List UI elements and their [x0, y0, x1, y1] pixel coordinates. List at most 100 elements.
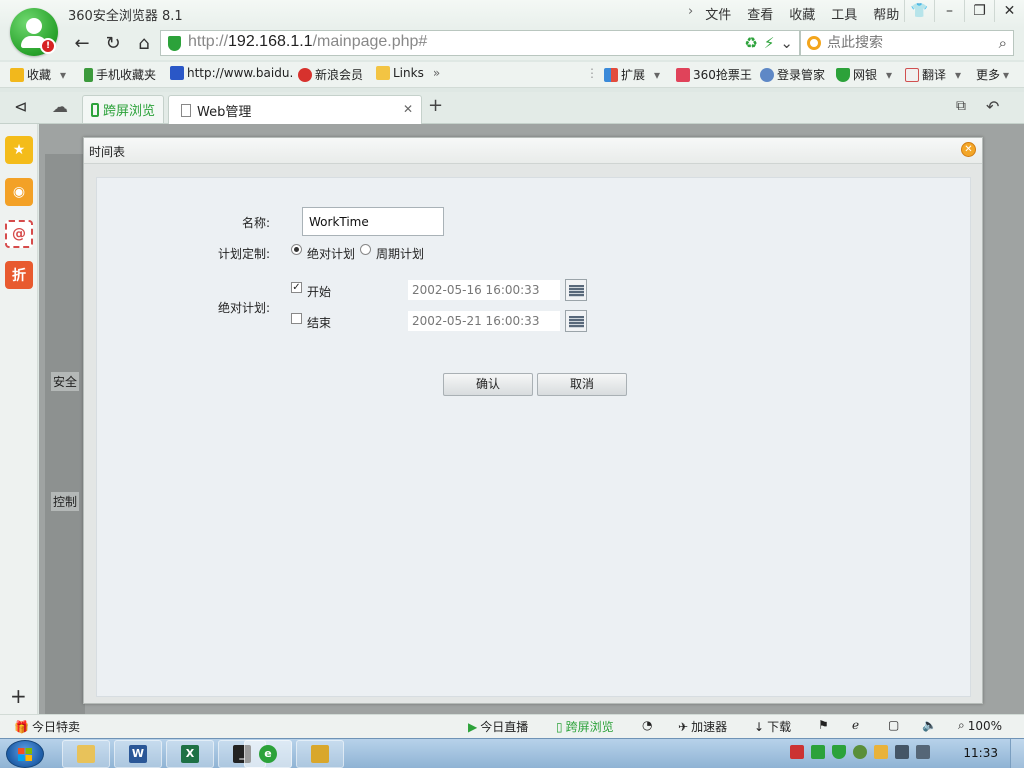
mail-icon[interactable]: @: [5, 220, 33, 248]
window-icon[interactable]: ▢: [888, 718, 899, 732]
cancel-button[interactable]: 取消: [537, 373, 627, 396]
ie-icon[interactable]: ℯ: [852, 718, 859, 732]
tray-security-icon[interactable]: [853, 745, 867, 759]
chevron-down-icon[interactable]: ⌄: [780, 34, 793, 52]
bookmark-baidu[interactable]: http://www.baidu.: [170, 66, 293, 80]
folder-icon: [376, 66, 390, 80]
bookmark-translate[interactable]: 翻译 ▾: [905, 66, 961, 83]
bookmark-ticket[interactable]: 360抢票王: [676, 66, 752, 83]
zoom-icon: ⌕: [958, 718, 965, 732]
close-window-button[interactable]: ✕: [994, 0, 1024, 22]
package-icon: [311, 745, 329, 763]
bookmark-sina[interactable]: 新浪会员: [298, 66, 363, 83]
discount-icon[interactable]: 折: [5, 261, 33, 289]
page-category-control: 控制: [51, 492, 80, 511]
phone-icon: [91, 102, 99, 117]
end-calendar-icon[interactable]: [565, 310, 587, 332]
daily-deals[interactable]: 🎁 今日特卖: [14, 718, 80, 735]
start-button[interactable]: [6, 740, 44, 768]
skin-shirt-icon[interactable]: 👕: [904, 0, 934, 22]
bookmark-more[interactable]: 更多 ▾: [976, 66, 1009, 83]
absolute-plan-option[interactable]: 绝对计划: [307, 245, 355, 262]
restore-tabs-icon[interactable]: ⧉: [956, 98, 966, 114]
status-cross-screen[interactable]: ▯ 跨屏浏览: [556, 718, 614, 735]
favorites-star-icon[interactable]: ★: [5, 136, 33, 164]
tray-shield-icon[interactable]: [832, 745, 846, 759]
address-field[interactable]: http://192.168.1.1/mainpage.php# ♻ ⚡ ⌄: [160, 30, 800, 56]
add-panel-icon[interactable]: +: [10, 684, 27, 708]
baidu-paw-icon: [170, 66, 184, 80]
clock[interactable]: 11:33: [963, 746, 998, 760]
menu-favorites[interactable]: 收藏: [781, 4, 823, 23]
recycle-icon[interactable]: ♻: [744, 34, 757, 52]
minimize-button[interactable]: –: [934, 0, 964, 22]
name-field[interactable]: [302, 207, 444, 236]
word-taskbar-item[interactable]: W: [114, 740, 162, 768]
tray-battery-icon[interactable]: [811, 745, 825, 759]
flag-icon[interactable]: ⚑: [818, 718, 829, 732]
bookmark-mobile[interactable]: 手机收藏夹: [84, 66, 156, 83]
bookmark-login[interactable]: 登录管家: [760, 66, 825, 83]
new-tab-button[interactable]: +: [428, 95, 443, 116]
browser-taskbar-item[interactable]: e: [244, 740, 292, 768]
cloud-icon[interactable]: ☁: [52, 97, 68, 116]
address-row: ← ↻ ⌂ http://192.168.1.1/mainpage.php# ♻…: [0, 28, 1024, 60]
start-datetime-field[interactable]: [408, 280, 560, 300]
end-datetime-field[interactable]: [408, 311, 560, 331]
explorer-taskbar-item[interactable]: [62, 740, 110, 768]
start-checkbox[interactable]: ✓: [291, 282, 302, 293]
chevron-down-icon[interactable]: ▾: [60, 68, 66, 82]
menu-view[interactable]: 查看: [739, 4, 781, 23]
end-checkbox[interactable]: [291, 313, 302, 324]
schedule-dialog: 时间表 ✕ 名称: 计划定制: 绝对计划 周期计划 绝对计划: ✓ 开始 结束 …: [83, 137, 983, 704]
tray-flag-icon[interactable]: [874, 745, 888, 759]
undo-icon[interactable]: ↶: [986, 97, 999, 116]
bookmark-links[interactable]: Links»: [376, 66, 440, 80]
weibo-icon[interactable]: ◉: [5, 178, 33, 206]
menu-file[interactable]: 文件: [697, 4, 739, 23]
security-shield-icon: [168, 36, 181, 51]
dialog-close-icon[interactable]: ✕: [961, 142, 976, 157]
excel-taskbar-item[interactable]: X: [166, 740, 214, 768]
system-tray: [790, 745, 930, 759]
chevron-right-icon[interactable]: ›: [680, 4, 697, 23]
speed-icon[interactable]: ◔: [642, 718, 652, 732]
menu-help[interactable]: 帮助: [865, 4, 907, 23]
magnifier-key-icon: [760, 67, 774, 82]
search-input[interactable]: [827, 33, 987, 53]
confirm-button[interactable]: 确认: [443, 373, 533, 396]
tray-network-icon[interactable]: [895, 745, 909, 759]
start-calendar-icon[interactable]: [565, 279, 587, 301]
search-icon[interactable]: ⌕: [999, 34, 1007, 52]
zoom-control[interactable]: ⌕ 100%: [958, 718, 1002, 733]
show-desktop-button[interactable]: [1010, 739, 1024, 768]
search-engine-icon[interactable]: [807, 36, 821, 50]
radio-periodic-plan[interactable]: [360, 244, 371, 255]
lightning-icon[interactable]: ⚡: [764, 34, 775, 52]
tab-web-admin[interactable]: Web管理 ✕: [168, 95, 422, 124]
home-icon[interactable]: ⌂: [132, 32, 156, 56]
dialog-body: 名称: 计划定制: 绝对计划 周期计划 绝对计划: ✓ 开始 结束 确认 取消: [96, 177, 971, 697]
maximize-button[interactable]: ❐: [964, 0, 994, 22]
radio-absolute-plan[interactable]: [291, 244, 302, 255]
sidebar-toggle-icon[interactable]: ⊲: [14, 97, 27, 116]
close-tab-icon[interactable]: ✕: [403, 102, 413, 116]
refresh-icon[interactable]: ↻: [101, 32, 125, 56]
accelerator[interactable]: ✈ 加速器: [678, 718, 727, 735]
translate-icon: [905, 67, 919, 82]
bookmark-favorites[interactable]: 收藏 ▾: [10, 66, 66, 83]
bookmark-extensions[interactable]: 扩展 ▾: [604, 66, 660, 83]
tray-volume-icon[interactable]: [916, 745, 930, 759]
tab-cross-screen[interactable]: 跨屏浏览: [82, 95, 164, 123]
back-arrow-icon[interactable]: ←: [70, 32, 94, 56]
bookmark-bank[interactable]: 网银 ▾: [836, 66, 892, 83]
double-chevron-icon[interactable]: »: [433, 66, 440, 80]
tab-bar: ⊲ ☁ 跨屏浏览 Web管理 ✕ + ⧉ ↶: [0, 92, 1024, 124]
downloads[interactable]: ↓ 下载: [754, 718, 791, 735]
volume-icon[interactable]: 🔈: [922, 718, 937, 732]
menu-tools[interactable]: 工具: [823, 4, 865, 23]
tray-app-icon[interactable]: [790, 745, 804, 759]
today-live[interactable]: ▶ 今日直播: [468, 718, 528, 735]
periodic-plan-option[interactable]: 周期计划: [376, 245, 424, 262]
app-taskbar-item[interactable]: [296, 740, 344, 768]
